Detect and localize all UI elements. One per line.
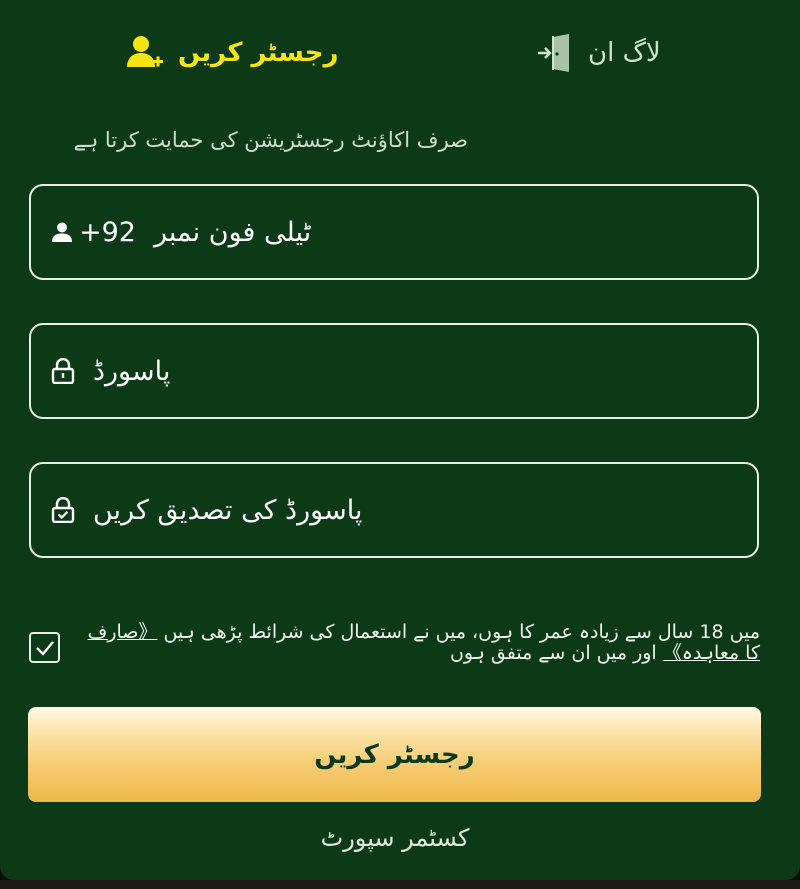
agreement-row: میں 18 سال سے زیادہ عمر کا ہوں، میں نے ا… — [28, 622, 768, 682]
page-bottom-edge — [0, 880, 800, 889]
agreement-text: میں 18 سال سے زیادہ عمر کا ہوں، میں نے ا… — [80, 622, 760, 664]
password-field[interactable]: پاسورڈ — [29, 323, 759, 419]
confirm-password-field[interactable]: پاسورڈ کی تصدیق کریں — [29, 462, 759, 558]
user-icon — [51, 221, 73, 243]
agreement-checkbox[interactable] — [29, 632, 60, 663]
tab-login[interactable]: لاگ ان — [536, 32, 661, 74]
customer-support-link[interactable]: کسٹمر سپورٹ — [0, 824, 790, 852]
lock-icon — [51, 358, 75, 384]
country-code[interactable]: +92 — [79, 217, 136, 248]
checkmark-icon — [35, 640, 54, 656]
user-add-icon — [124, 33, 164, 73]
registration-support-note: صرف اکاؤنٹ رجسٹریشن کی حمایت کرتا ہے — [73, 128, 468, 152]
register-submit-button[interactable]: رجسٹر کریں — [28, 707, 761, 802]
login-door-icon — [536, 32, 574, 74]
agreement-text-after: اور میں ان سے متفق ہوں — [449, 642, 663, 664]
phone-input-placeholder[interactable]: ٹیلی فون نمبر — [154, 217, 311, 248]
tab-register[interactable]: رجسٹر کریں — [124, 32, 338, 74]
phone-field[interactable]: +92 ٹیلی فون نمبر — [29, 184, 759, 280]
tab-login-label: لاگ ان — [588, 38, 661, 68]
tab-register-label: رجسٹر کریں — [178, 38, 339, 68]
register-panel: رجسٹر کریں لاگ ان صرف اکاؤنٹ رجسٹریشن کی… — [0, 0, 800, 880]
lock-check-icon — [51, 497, 75, 523]
confirm-password-input-placeholder[interactable]: پاسورڈ کی تصدیق کریں — [93, 495, 362, 526]
password-input-placeholder[interactable]: پاسورڈ — [93, 356, 170, 387]
agreement-text-before: میں 18 سال سے زیادہ عمر کا ہوں، میں نے ا… — [157, 621, 760, 643]
auth-tabs: رجسٹر کریں لاگ ان — [0, 18, 800, 88]
